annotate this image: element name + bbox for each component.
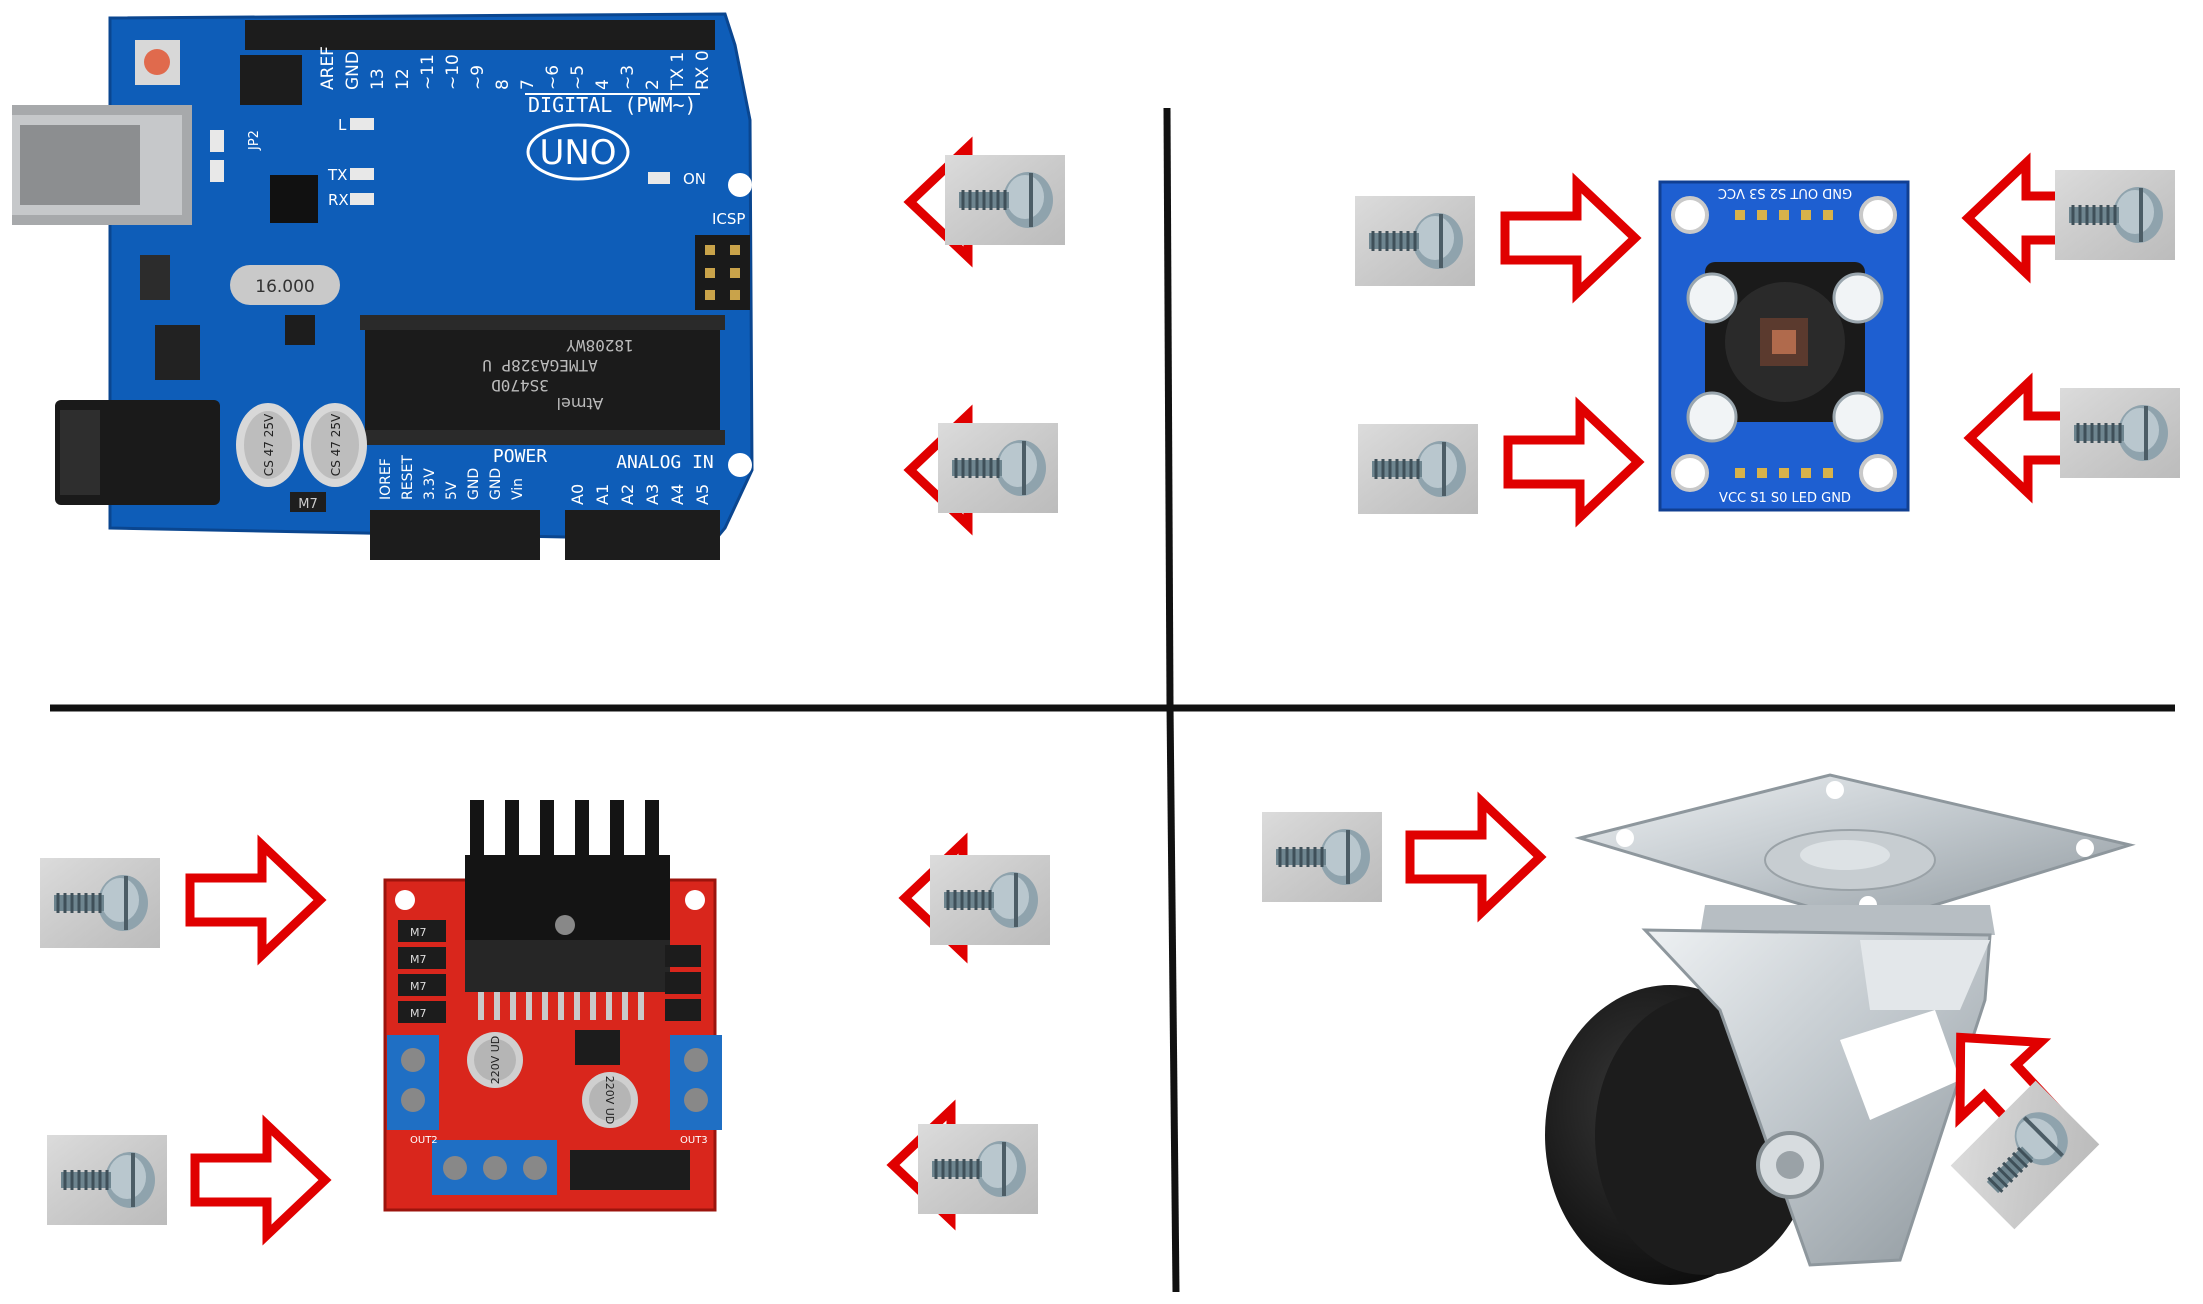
digital-pin-label: 13	[368, 68, 388, 90]
terminal-block-bottom	[432, 1140, 557, 1195]
uno-text: UNO	[539, 133, 616, 173]
jp2-label: JP2	[247, 130, 262, 151]
svg-text:CS 47 25V: CS 47 25V	[329, 413, 343, 476]
analog-pin-label: A4	[668, 484, 687, 505]
screw-icon	[943, 153, 1067, 247]
svg-text:220V UD: 220V UD	[603, 1076, 616, 1125]
diode-label: M7	[410, 926, 427, 939]
svg-text:CS 47 25V: CS 47 25V	[262, 413, 276, 476]
sensor-top-pins: GND OUT S2 S3 VCC	[1718, 185, 1852, 200]
screw-icon	[936, 421, 1060, 515]
analog-label: ANALOG IN	[616, 452, 714, 473]
arrow-driver-left-top	[190, 845, 320, 955]
screw-icon	[2058, 386, 2182, 480]
arrow-sensor-left-top	[1505, 183, 1635, 293]
chip-brand: Atmel	[557, 394, 604, 413]
digital-label: DIGITAL (PWM~)	[528, 93, 697, 117]
diode-label: M7	[410, 953, 427, 966]
digital-pin-label: ~11	[418, 54, 438, 90]
vertical-divider-bottom	[1166, 704, 1180, 1293]
chip-text-2: 18208WY	[566, 336, 634, 355]
screw-icon	[45, 1133, 169, 1227]
digital-pin-label: 12	[393, 68, 413, 90]
header-pins	[570, 1150, 690, 1190]
digital-pin-label: ~6	[543, 65, 563, 90]
digital-pin-label: ~10	[443, 54, 463, 90]
digital-pin-label: ~9	[468, 65, 488, 90]
capacitor-1: CS 47 25V	[236, 403, 300, 487]
led	[1686, 391, 1738, 443]
motor-driver-board: M7 M7 M7 M7 220V UD 220V UD OUT2 OUT3	[383, 800, 722, 1212]
power-pin-label: GND	[488, 468, 504, 500]
assembly-diagram: AREF GND 13 12 ~11 ~10 ~9 8 7 ~6 ~5 4 ~3 2 TX 1 RX 0 DI…	[12, 12, 2182, 1293]
digital-pin-label: RX 0	[693, 50, 713, 90]
capacitor-left: 220V UD	[467, 1032, 523, 1088]
crystal-label: 16.000	[255, 277, 314, 297]
led	[1686, 272, 1738, 324]
arrow-caster-plate	[1410, 802, 1540, 912]
digital-pin-label: TX 1	[668, 52, 688, 91]
chip-text-1: ATMEGA328P U	[482, 356, 598, 375]
svg-text:220V UD: 220V UD	[489, 1036, 502, 1085]
digital-pin-label: ~5	[568, 65, 588, 90]
screw-icon	[928, 853, 1052, 947]
terminal-block-right	[670, 1035, 722, 1130]
on-led-label: ON	[683, 170, 706, 188]
power-pin-label: Vin	[510, 478, 526, 500]
power-pin-label: 3.3V	[422, 468, 438, 500]
digital-pin-label: ~3	[618, 65, 638, 90]
sensor-bottom-pins: VCC S1 S0 LED GND	[1719, 491, 1851, 506]
led	[1832, 391, 1884, 443]
screw-icon	[1356, 422, 1480, 516]
out3-label: OUT3	[680, 1135, 708, 1146]
capacitor-right: 220V UD	[582, 1072, 638, 1128]
tx-label: TX	[327, 166, 347, 184]
l-led-label: L	[338, 116, 347, 134]
screw-icon	[1260, 810, 1384, 904]
arrow-driver-left-bottom	[195, 1125, 325, 1235]
icsp-header	[695, 235, 750, 310]
chip-text-3: 3S470D	[491, 376, 549, 395]
analog-pin-label: A0	[568, 484, 587, 505]
icsp-label: ICSP	[712, 210, 745, 228]
screw-icon	[38, 856, 162, 950]
digital-pin-label: 2	[643, 79, 663, 90]
heatsink	[465, 800, 670, 992]
m7-label: M7	[298, 497, 318, 512]
diode-label: M7	[410, 1007, 427, 1020]
digital-pin-label: AREF	[318, 46, 338, 90]
capacitor-2: CS 47 25V	[303, 403, 367, 487]
digital-header	[245, 20, 715, 50]
power-pin-label: 5V	[444, 481, 460, 500]
digital-pin-label: 4	[593, 79, 613, 90]
rx-label: RX	[328, 191, 349, 209]
diode-label: M7	[410, 980, 427, 993]
power-header	[370, 510, 540, 560]
power-pin-label: RESET	[400, 455, 416, 500]
analog-pin-label: A3	[643, 484, 662, 505]
out2-label: OUT2	[410, 1135, 438, 1146]
led	[1832, 272, 1884, 324]
analog-pin-label: A5	[693, 484, 712, 505]
analog-pin-label: A2	[618, 484, 637, 505]
digital-pin-label: 8	[493, 79, 513, 90]
analog-pin-label: A1	[593, 484, 612, 505]
terminal-block-left	[387, 1035, 439, 1130]
arrow-sensor-left-bottom	[1508, 407, 1638, 517]
arduino-uno-board: AREF GND 13 12 ~11 ~10 ~9 8 7 ~6 ~5 4 ~3 2 TX 1 RX 0 DI…	[12, 12, 754, 560]
power-pin-label: GND	[466, 468, 482, 500]
power-pin-label: IOREF	[378, 458, 394, 500]
power-label: POWER	[493, 446, 547, 467]
digital-pin-label: GND	[343, 51, 363, 90]
vertical-divider-top	[1163, 107, 1174, 706]
screw-icon	[916, 1122, 1040, 1216]
caster-wheel	[1545, 773, 2136, 1285]
color-sensor-board: GND OUT S2 S3 VCC VCC S1 S0 LED GND	[1658, 180, 1910, 512]
digital-pin-label: 7	[518, 79, 538, 90]
screw-icon	[2053, 168, 2177, 262]
screw-icon	[1353, 194, 1477, 288]
analog-header	[565, 510, 720, 560]
usb-chip	[270, 175, 318, 223]
